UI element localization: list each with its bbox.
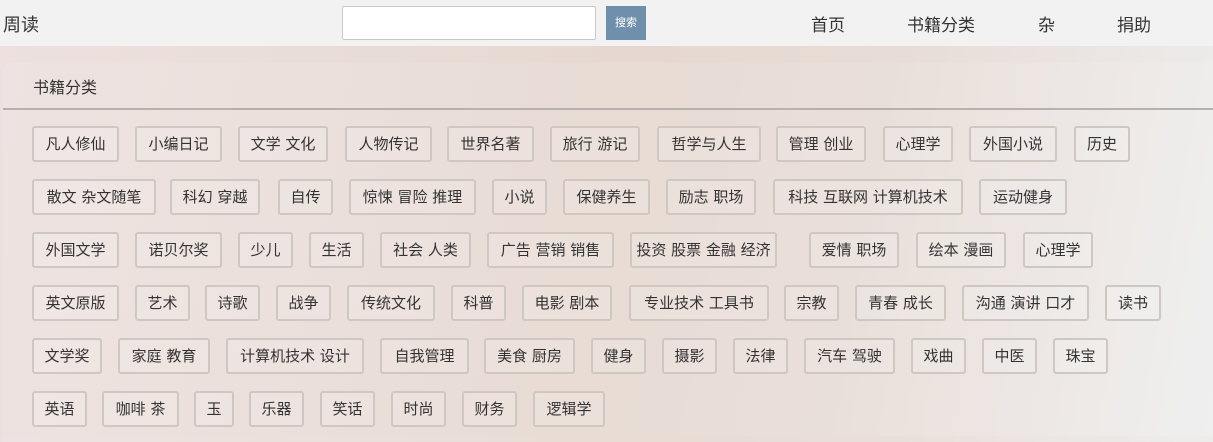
category-tag[interactable]: 时尚	[391, 391, 446, 427]
category-tag[interactable]: 自我管理	[380, 338, 469, 374]
category-tag[interactable]: 小编日记	[135, 126, 222, 162]
category-tag[interactable]: 玉	[194, 391, 234, 427]
category-tag[interactable]: 摄影	[662, 338, 717, 374]
category-tag[interactable]: 管理 创业	[776, 126, 866, 162]
category-tag[interactable]: 哲学与人生	[657, 126, 761, 162]
category-tag[interactable]: 保健养生	[563, 179, 650, 215]
category-tag[interactable]: 战争	[276, 285, 331, 321]
category-tag[interactable]: 绘本 漫画	[916, 232, 1006, 268]
category-tag[interactable]: 外国文学	[32, 232, 119, 268]
category-tag[interactable]: 诺贝尔奖	[135, 232, 222, 268]
category-tag[interactable]: 世界名著	[447, 126, 534, 162]
category-tag[interactable]: 家庭 教育	[118, 338, 210, 374]
category-tag[interactable]: 科普	[451, 285, 506, 321]
category-tag[interactable]: 社会 人类	[380, 232, 471, 268]
category-tag[interactable]: 科技 互联网 计算机技术	[773, 179, 963, 215]
category-tag[interactable]: 心理学	[883, 126, 953, 162]
category-tag[interactable]: 笑话	[320, 391, 375, 427]
category-tag[interactable]: 计算机技术 设计	[226, 338, 364, 374]
category-tag[interactable]: 英语	[32, 391, 87, 427]
category-tag[interactable]: 凡人修仙	[32, 126, 119, 162]
category-tag[interactable]: 散文 杂文随笔	[32, 179, 156, 215]
category-tag[interactable]: 英文原版	[32, 285, 119, 321]
category-tag[interactable]: 小说	[492, 179, 547, 215]
category-tag[interactable]: 文学 文化	[238, 126, 328, 162]
nav-book-categories[interactable]: 书籍分类	[907, 11, 975, 36]
category-tag[interactable]: 乐器	[249, 391, 304, 427]
category-tag[interactable]: 科幻 穿越	[170, 179, 260, 215]
category-tag[interactable]: 汽车 驾驶	[804, 338, 895, 374]
category-tag[interactable]: 惊悚 冒险 推理	[349, 179, 476, 215]
category-tag[interactable]: 健身	[591, 338, 646, 374]
category-tag[interactable]: 电影 剧本	[522, 285, 612, 321]
category-tag[interactable]: 宗教	[784, 285, 839, 321]
category-tag[interactable]: 外国小说	[969, 126, 1057, 162]
category-tag[interactable]: 青春 成长	[855, 285, 946, 321]
category-tag[interactable]: 法律	[733, 338, 788, 374]
category-tag[interactable]: 珠宝	[1053, 338, 1108, 374]
category-tag[interactable]: 自传	[278, 179, 333, 215]
nav-misc[interactable]: 杂	[1038, 11, 1055, 36]
nav-donate[interactable]: 捐助	[1117, 11, 1151, 36]
top-navbar: 周读 搜索 首页 书籍分类 杂 捐助	[0, 0, 1213, 46]
category-tag[interactable]: 沟通 演讲 口才	[962, 285, 1089, 321]
brand-logo[interactable]: 周读	[3, 11, 39, 37]
category-tag[interactable]: 旅行 游记	[550, 126, 640, 162]
search-input[interactable]	[342, 6, 596, 40]
category-tag[interactable]: 读书	[1105, 285, 1161, 321]
category-tag[interactable]: 艺术	[135, 285, 190, 321]
category-tag[interactable]: 专业技术 工具书	[629, 285, 769, 321]
category-tag[interactable]: 传统文化	[347, 285, 435, 321]
category-tag[interactable]: 咖啡 茶	[102, 391, 179, 427]
category-tag[interactable]: 财务	[462, 391, 517, 427]
panel-header: 书籍分类	[3, 62, 1213, 110]
category-tag[interactable]: 生活	[309, 232, 364, 268]
panel-title: 书籍分类	[33, 78, 98, 97]
category-tag[interactable]: 诗歌	[205, 285, 260, 321]
nav-home[interactable]: 首页	[811, 11, 845, 36]
category-tag[interactable]: 投资 股票 金融 经济	[630, 232, 777, 268]
category-tag[interactable]: 运动健身	[979, 179, 1067, 215]
category-tag[interactable]: 励志 职场	[666, 179, 756, 215]
category-tag[interactable]: 历史	[1074, 126, 1130, 162]
category-tag[interactable]: 少儿	[238, 232, 293, 268]
category-tag[interactable]: 人物传记	[345, 126, 432, 162]
category-tag[interactable]: 广告 营销 销售	[487, 232, 614, 268]
category-tag[interactable]: 心理学	[1023, 232, 1093, 268]
category-tag[interactable]: 中医	[982, 338, 1037, 374]
category-tag[interactable]: 逻辑学	[533, 391, 605, 427]
category-tag[interactable]: 美食 厨房	[484, 338, 575, 374]
category-tag[interactable]: 文学奖	[32, 338, 102, 374]
category-tag[interactable]: 爱情 职场	[809, 232, 899, 268]
category-tag[interactable]: 戏曲	[911, 338, 966, 374]
search-button[interactable]: 搜索	[606, 6, 646, 40]
